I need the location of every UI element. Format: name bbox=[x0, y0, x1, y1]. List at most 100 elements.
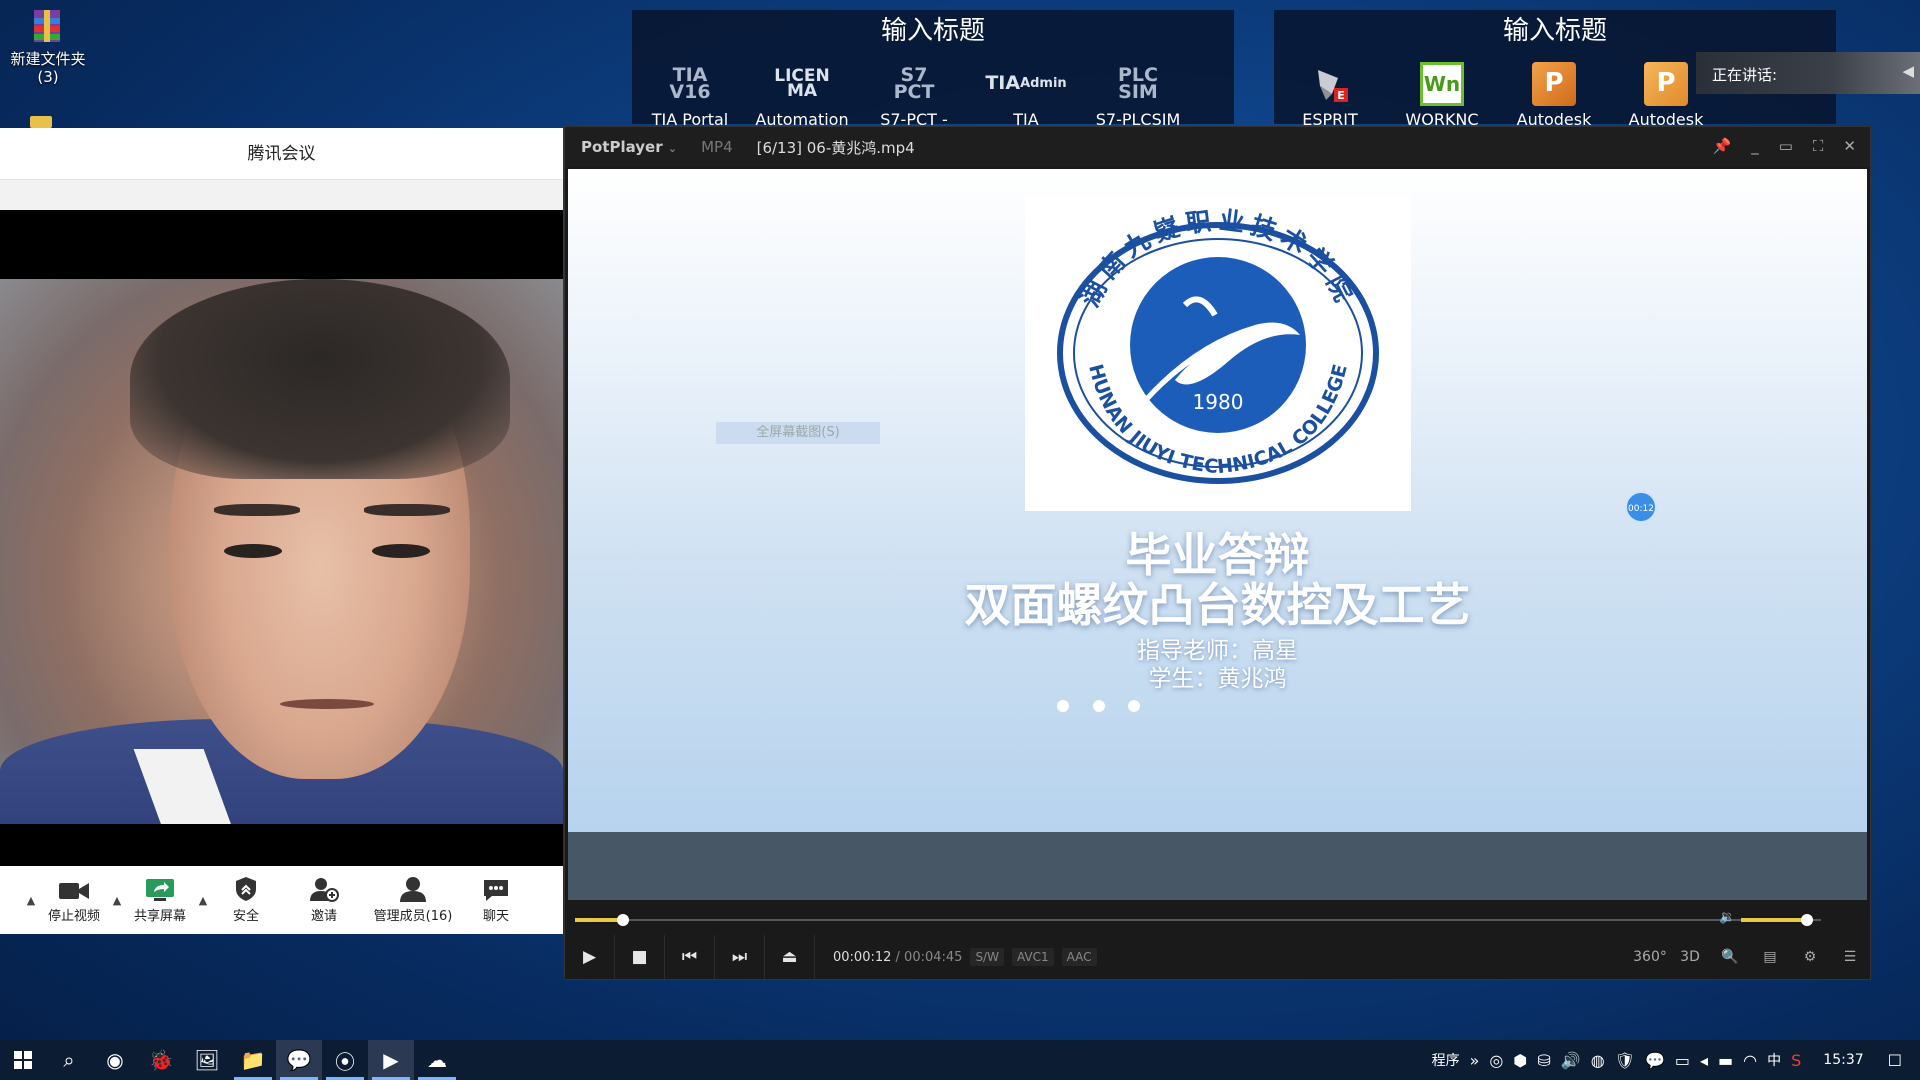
search-icon[interactable]: ⌕ bbox=[46, 1040, 92, 1080]
next-icon[interactable]: ⏭ bbox=[715, 935, 765, 979]
security-tray-icon[interactable]: 🛡 bbox=[1615, 1051, 1635, 1070]
start-icon[interactable] bbox=[0, 1040, 46, 1080]
participant-video[interactable] bbox=[0, 279, 563, 824]
tray-bag-icon[interactable]: ⛁ bbox=[1537, 1051, 1550, 1070]
launcher-autodesk-1[interactable]: P Autodesk bbox=[1498, 62, 1610, 129]
seek-bar[interactable] bbox=[575, 913, 1775, 927]
wechat-tray-icon[interactable]: 💬 bbox=[1645, 1051, 1665, 1070]
launcher-s7-pct[interactable]: S7 PCT S7-PCT - bbox=[858, 62, 970, 129]
close-icon[interactable]: ✕ bbox=[1843, 137, 1856, 155]
launcher-esprit[interactable]: E ESPRIT bbox=[1274, 62, 1386, 129]
tag-video-codec[interactable]: AVC1 bbox=[1011, 948, 1054, 966]
notification-icon[interactable]: ☐ bbox=[1888, 1051, 1902, 1070]
fullscreen-icon[interactable]: ⛶ bbox=[1813, 137, 1824, 155]
slide-dot bbox=[1057, 700, 1069, 712]
meeting-subheader bbox=[0, 180, 563, 210]
right-controls: 360° 3D 🔍 ▤ ⚙ ☰ bbox=[1630, 935, 1870, 979]
potplayer-menu-button[interactable]: PotPlayer ⌄ bbox=[581, 138, 677, 156]
manage-members-button[interactable]: 管理成员(16) bbox=[370, 876, 456, 924]
desktop-icon-label: 新建文件夹 (3) bbox=[10, 50, 86, 86]
maximize-icon[interactable]: ▭ bbox=[1779, 137, 1793, 155]
desktop-icon-partial[interactable] bbox=[30, 116, 60, 128]
ime-indicator[interactable]: 中 bbox=[1767, 1050, 1781, 1070]
seek-handle[interactable] bbox=[617, 914, 630, 926]
potplayer-icon[interactable]: ▶ bbox=[368, 1040, 414, 1080]
previous-icon[interactable]: ⏮ bbox=[665, 935, 715, 979]
logo-year: 1980 bbox=[1193, 390, 1244, 414]
app-icon-1[interactable]: ◉ bbox=[92, 1040, 138, 1080]
app-icon-3[interactable]: 🖼 bbox=[184, 1040, 230, 1080]
volume-slider[interactable] bbox=[1741, 913, 1821, 927]
tencent-meeting-icon[interactable]: ☁ bbox=[414, 1040, 460, 1080]
vr360-button[interactable]: 360° bbox=[1630, 949, 1670, 965]
autodesk-powermill-icon: P bbox=[1532, 62, 1576, 106]
playlist-icon[interactable]: ▤ bbox=[1750, 949, 1790, 965]
launcher-title[interactable]: 输入标题 bbox=[632, 10, 1234, 52]
pin-icon[interactable]: 📌 bbox=[1713, 137, 1732, 155]
speaker-icon[interactable]: 🔊 bbox=[1561, 1051, 1581, 1070]
volume-handle[interactable] bbox=[1800, 914, 1813, 926]
time-display: 00:00:12 / 00:04:45 bbox=[833, 949, 963, 965]
battery-icon[interactable]: ▬ bbox=[1718, 1051, 1733, 1070]
tray-cube-icon[interactable]: ⬢ bbox=[1513, 1051, 1527, 1070]
app-icon-2[interactable]: 🐞 bbox=[138, 1040, 184, 1080]
volume-tray-icon[interactable]: ◂ bbox=[1700, 1051, 1708, 1070]
minimize-icon[interactable]: _ bbox=[1751, 137, 1759, 155]
tag-sw[interactable]: S/W bbox=[970, 948, 1004, 966]
display-icon[interactable]: ▭ bbox=[1675, 1051, 1690, 1070]
context-menu-ghost[interactable]: 全屏幕截图(S) bbox=[716, 422, 880, 444]
launcher-worknc[interactable]: Wn WORKNC bbox=[1386, 62, 1498, 129]
browser-icon[interactable]: ⦿ bbox=[322, 1040, 368, 1080]
share-screen-button[interactable]: 共享屏幕 bbox=[128, 876, 192, 924]
tray-label[interactable]: 程序 bbox=[1432, 1050, 1460, 1070]
eject-icon[interactable]: ⏏ bbox=[765, 935, 815, 979]
tia-portal-icon: TIA V16 bbox=[669, 63, 711, 103]
zoom-icon[interactable]: 🔍 bbox=[1710, 949, 1750, 965]
collapse-arrow-icon[interactable]: ◀ bbox=[1902, 62, 1914, 80]
shield-icon bbox=[214, 876, 278, 902]
stop-icon[interactable]: ■ bbox=[615, 935, 665, 979]
stop-video-button[interactable]: 停止视频 bbox=[42, 876, 106, 924]
launcher-s7-plcsim[interactable]: PLC SIM S7-PLCSIM bbox=[1082, 62, 1194, 129]
invite-button[interactable]: 邀请 bbox=[278, 876, 370, 924]
hair bbox=[130, 279, 510, 479]
wifi-icon[interactable]: ◠ bbox=[1743, 1051, 1757, 1070]
share-options-caret[interactable]: ▲ bbox=[106, 894, 128, 907]
speaking-label: 正在讲话: bbox=[1712, 66, 1778, 84]
share-more-caret[interactable]: ▲ bbox=[192, 894, 214, 907]
volume-icon[interactable]: 🔉 bbox=[1719, 910, 1735, 925]
video-options-caret[interactable]: ▲ bbox=[20, 894, 42, 907]
settings-icon[interactable]: ⚙ bbox=[1790, 949, 1830, 965]
wechat-icon[interactable]: 💬 bbox=[276, 1040, 322, 1080]
launcher-tia-portal[interactable]: TIA V16 TIA Portal bbox=[634, 62, 746, 129]
current-time: 00:00:12 bbox=[833, 949, 892, 965]
play-icon[interactable]: ▶ bbox=[565, 935, 615, 979]
launcher-title[interactable]: 输入标题 bbox=[1274, 10, 1836, 52]
overflow-icon[interactable]: » bbox=[1470, 1051, 1480, 1070]
add-user-icon bbox=[278, 876, 370, 902]
launcher-automation[interactable]: LICEN MA Automation bbox=[746, 62, 858, 129]
video-screen[interactable]: 1980 HUNAN JIUYI TECHNICAL COLLEGE 湖南九嶷职… bbox=[568, 169, 1867, 832]
menu-icon[interactable]: ☰ bbox=[1830, 949, 1870, 965]
sogou-icon[interactable]: S bbox=[1791, 1051, 1801, 1070]
chat-button[interactable]: 聊天 bbox=[456, 876, 536, 924]
security-button[interactable]: 安全 bbox=[214, 876, 278, 924]
format-label: MP4 bbox=[701, 138, 733, 156]
3d-button[interactable]: 3D bbox=[1670, 949, 1710, 965]
tray-app-icon[interactable]: ◎ bbox=[1489, 1051, 1503, 1070]
launcher-group-left: 输入标题 TIA V16 TIA Portal LICEN MA Automatio… bbox=[632, 10, 1234, 129]
slide-dot bbox=[1093, 700, 1105, 712]
launcher-tia-admin[interactable]: TIA Admin TIA bbox=[970, 62, 1082, 129]
s7-pct-icon: S7 PCT bbox=[893, 63, 935, 103]
tray-record-icon[interactable]: ◍ bbox=[1591, 1051, 1605, 1070]
clock[interactable]: 15:37 bbox=[1823, 1052, 1863, 1068]
toolbar-label: 聊天 bbox=[482, 909, 509, 924]
total-time: 00:04:45 bbox=[904, 949, 963, 965]
toolbar-label: 邀请 bbox=[310, 909, 337, 924]
slide-student: 学生：黄兆鸿 bbox=[1148, 666, 1287, 692]
desktop-icon-new-folder[interactable]: 新建文件夹 (3) bbox=[0, 8, 96, 86]
taskbar: ⌕ ◉ 🐞 🖼 📁 💬 ⦿ ▶ ☁ 程序 » ◎ ⬢ ⛁ 🔊 ◍ 🛡 💬 ▭ ◂… bbox=[0, 1040, 1920, 1080]
file-explorer-icon[interactable]: 📁 bbox=[230, 1040, 276, 1080]
tencent-meeting-window: 腾讯会议 ▲ 停止视频 ▲ 共享屏幕 ▲ 安全 邀请 管理成员(16) 聊天 bbox=[0, 128, 563, 934]
tag-audio-codec[interactable]: AAC bbox=[1061, 948, 1097, 966]
